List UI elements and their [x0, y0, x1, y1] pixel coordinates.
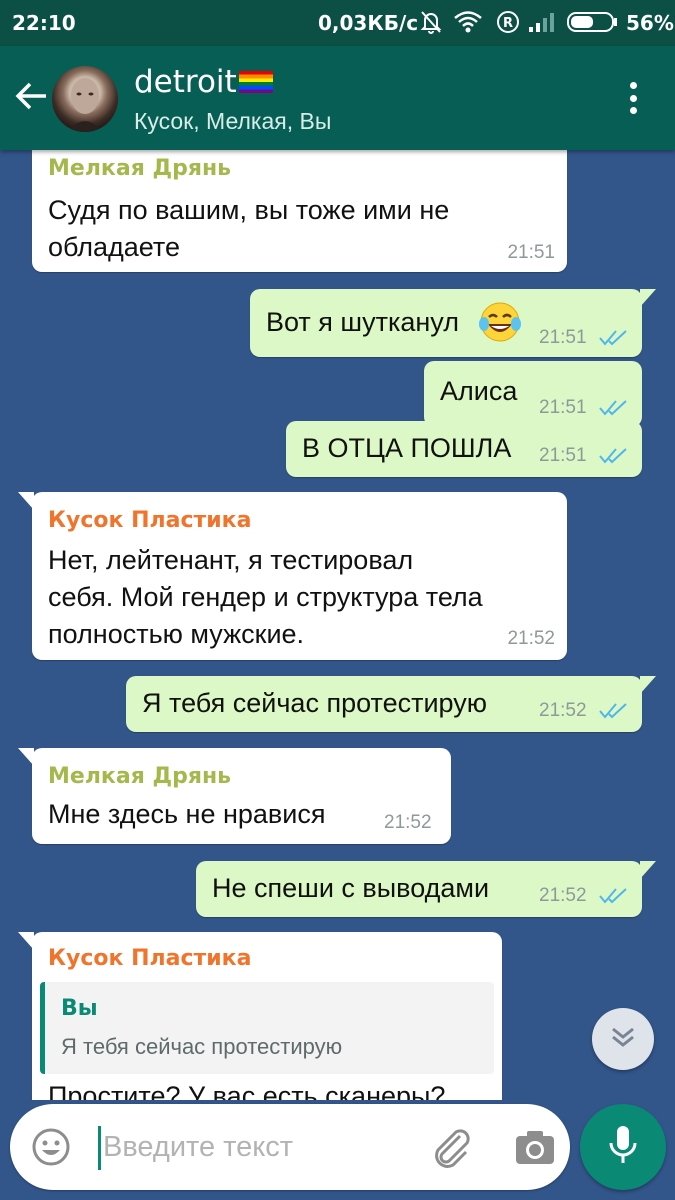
quoted-author: Вы: [61, 996, 98, 1021]
message-input[interactable]: [103, 1124, 403, 1170]
message-time: 21:52: [384, 812, 432, 833]
signal-icon: [526, 8, 558, 36]
microphone-icon: [606, 1123, 640, 1172]
roaming-icon: R: [494, 8, 522, 36]
read-ticks-icon: [599, 702, 629, 720]
message-time: 21:51: [507, 242, 555, 263]
message-bubble-outgoing[interactable]: Алиса 21:51: [424, 361, 642, 427]
message-text: Алиса: [440, 376, 518, 406]
message-text: Простите? У вас есть сканеры?: [48, 1081, 446, 1100]
battery-percent: 56%: [626, 11, 674, 35]
message-time: 21:51: [539, 397, 587, 418]
double-chevron-down-icon: [610, 1025, 636, 1054]
group-members[interactable]: Кусок, Мелкая, Вы: [134, 108, 331, 135]
message-text: Я тебя сейчас протестирую: [142, 688, 488, 718]
message-bubble-incoming[interactable]: Кусок Пластика Вы Я тебя сейчас протести…: [18, 932, 502, 1100]
alarm-off-icon: [418, 8, 444, 36]
text-cursor: [98, 1126, 101, 1170]
sender-name: Мелкая Дрянь: [48, 156, 232, 181]
message-time: 21:51: [539, 445, 587, 466]
emoji-icon[interactable]: [30, 1126, 72, 1168]
message-composer: [10, 1104, 570, 1190]
message-line: Судя по вашим, вы тоже ими не: [48, 195, 450, 225]
message-time: 21:52: [507, 628, 555, 649]
message-text: Нет, лейтенант, я тестировал себя. Мой г…: [48, 542, 483, 653]
scroll-to-bottom-button[interactable]: [592, 1008, 654, 1070]
paperclip-icon[interactable]: [430, 1128, 474, 1168]
message-bubble-outgoing[interactable]: Вот я шутканул 21:51: [250, 289, 656, 357]
tears-of-joy-emoji-icon: [478, 300, 522, 349]
camera-icon[interactable]: [513, 1128, 557, 1168]
read-ticks-icon: [599, 399, 629, 417]
message-line: обладаете: [48, 232, 181, 262]
message-list[interactable]: Мелкая Дрянь Судя по вашим, вы тоже ими …: [0, 150, 675, 1100]
message-text: Судя по вашим, вы тоже ими не обладаете: [48, 192, 449, 266]
message-line: полностью мужские.: [48, 619, 305, 649]
status-time: 22:10: [12, 11, 76, 35]
sender-name: Кусок Пластика: [48, 508, 252, 533]
message-line: Нет, лейтенант, я тестировал: [48, 545, 414, 575]
rainbow-flag-icon: [238, 71, 273, 93]
read-ticks-icon: [599, 329, 629, 347]
read-ticks-icon: [599, 447, 629, 465]
message-line: себя. Мой гендер и структура тела: [48, 582, 483, 612]
message-text: Вот я шутканул: [266, 307, 459, 337]
chat-header: detroit Кусок, Мелкая, Вы: [0, 46, 675, 150]
message-bubble-incoming[interactable]: Мелкая Дрянь Мне здесь не нравися 21:52: [18, 748, 451, 844]
message-bubble-outgoing[interactable]: В ОТЦА ПОШЛА 21:51: [286, 421, 642, 477]
status-bar: 22:10 0,03КБ/с R 56%: [0, 0, 675, 46]
message-time: 21:51: [539, 327, 587, 348]
quoted-message[interactable]: Вы Я тебя сейчас протестирую: [40, 982, 494, 1074]
battery-icon: [566, 8, 620, 36]
read-ticks-icon: [599, 887, 629, 905]
message-time: 21:52: [539, 700, 587, 721]
svg-text:R: R: [503, 16, 513, 31]
group-title[interactable]: detroit: [134, 64, 273, 100]
wifi-icon: [452, 8, 484, 36]
message-bubble-incoming[interactable]: Кусок Пластика Нет, лейтенант, я тестиро…: [18, 492, 567, 660]
overflow-menu-icon[interactable]: [618, 78, 648, 118]
message-text: Не спеши с выводами: [212, 873, 490, 903]
quoted-text: Я тебя сейчас протестирую: [61, 1034, 343, 1059]
message-text: Мне здесь не нравися: [48, 799, 326, 829]
message-text: В ОТЦА ПОШЛА: [302, 433, 512, 463]
message-time: 21:52: [539, 885, 587, 906]
back-arrow-icon[interactable]: [12, 76, 52, 116]
sender-name: Мелкая Дрянь: [48, 764, 232, 789]
message-bubble-outgoing[interactable]: Я тебя сейчас протестирую 21:52: [126, 676, 656, 732]
group-name: detroit: [134, 64, 237, 100]
group-avatar[interactable]: [52, 66, 118, 132]
sender-name: Кусок Пластика: [48, 946, 252, 971]
message-bubble-outgoing[interactable]: Не спеши с выводами 21:52: [196, 861, 656, 917]
message-bubble-incoming[interactable]: Мелкая Дрянь Судя по вашим, вы тоже ими …: [32, 150, 567, 272]
network-speed: 0,03КБ/с: [318, 11, 419, 35]
microphone-button[interactable]: [580, 1104, 666, 1190]
